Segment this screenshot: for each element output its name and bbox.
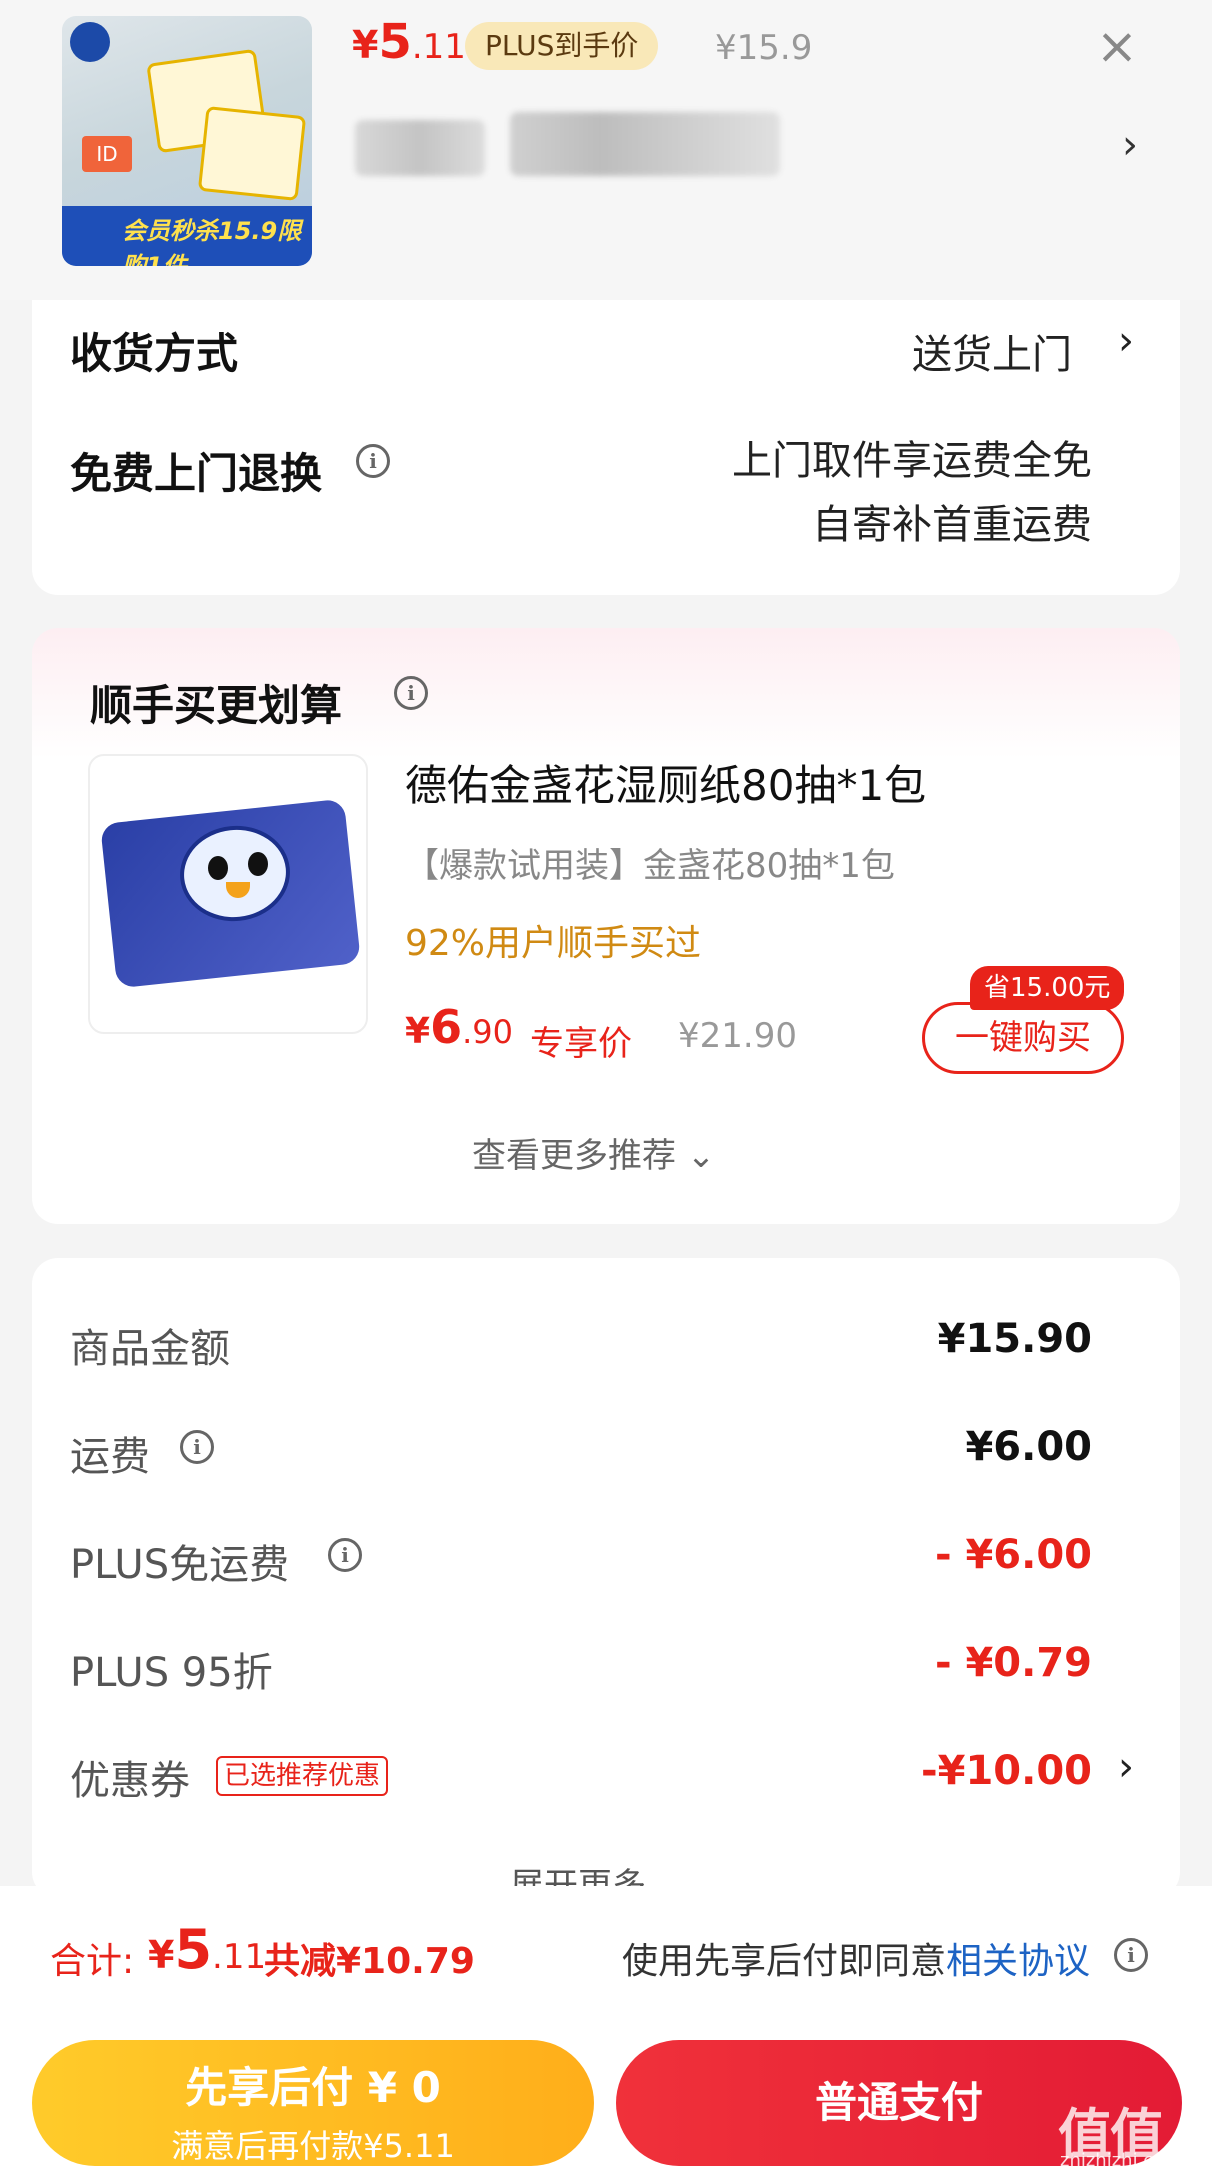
returns-value-line1: 上门取件享运费全免 bbox=[732, 438, 1092, 484]
coupon-selected-tag: 已选推荐优惠 bbox=[216, 1756, 389, 1796]
chevron-right-icon[interactable]: › bbox=[1122, 122, 1138, 168]
summary-label-shipping: 运费 bbox=[70, 1434, 150, 1480]
tissue-box-image bbox=[197, 106, 307, 201]
total-saved: 共减¥10.79 bbox=[264, 1941, 475, 1982]
info-icon[interactable]: i bbox=[356, 444, 390, 478]
delivery-label: 收货方式 bbox=[70, 329, 239, 378]
chevron-right-icon[interactable]: › bbox=[1118, 1744, 1134, 1790]
summary-label-plus-shipping: PLUS免运费 bbox=[70, 1542, 290, 1588]
summary-value-plus-discount: - ¥0.79 bbox=[934, 1640, 1092, 1686]
thumb-banner-text: 会员秒杀15.9限购1件 bbox=[122, 217, 302, 266]
agreement-prefix: 使用先享后付即同意 bbox=[622, 1941, 947, 1982]
close-icon[interactable]: × bbox=[1096, 16, 1138, 76]
upsell-exclusive-label: 专享价 bbox=[530, 1024, 632, 1064]
brand-logo-icon bbox=[70, 22, 110, 62]
product-thumbnail[interactable]: ID 会员秒杀15.9限购1件 bbox=[62, 16, 312, 266]
info-icon[interactable]: i bbox=[328, 1538, 362, 1572]
upsell-original-price: ¥21.90 bbox=[678, 1016, 797, 1056]
thumb-badge: ID bbox=[82, 136, 132, 172]
info-icon[interactable]: i bbox=[1114, 1938, 1148, 1972]
upsell-price: ¥6.90 bbox=[405, 1000, 513, 1054]
summary-value-goods: ¥15.90 bbox=[937, 1316, 1092, 1362]
upsell-social-proof: 92%用户顺手买过 bbox=[405, 923, 702, 964]
plus-price-tag: PLUS到手价 bbox=[465, 22, 659, 70]
blurred-address-text bbox=[355, 120, 485, 176]
returns-label: 免费上门退换 bbox=[70, 449, 323, 498]
delivery-value[interactable]: 送货上门 bbox=[912, 322, 1072, 380]
returns-value-line2: 自寄补首重运费 bbox=[812, 502, 1092, 548]
upsell-product-image[interactable] bbox=[88, 754, 368, 1034]
save-badge: 省15.00元 bbox=[970, 966, 1125, 1010]
penguin-eye bbox=[208, 856, 228, 880]
info-icon[interactable]: i bbox=[394, 676, 428, 710]
more-recommendations-link[interactable]: 查看更多推荐 ⌄ bbox=[472, 1128, 715, 1177]
agreement-text: 使用先享后付即同意相关协议 bbox=[622, 1932, 1090, 1984]
upsell-product-subtitle: 【爆款试用装】金盏花80抽*1包 bbox=[405, 846, 895, 886]
summary-label-goods: 商品金额 bbox=[70, 1326, 230, 1372]
one-click-buy-button[interactable]: 一键购买 bbox=[922, 1002, 1124, 1074]
pay-later-button[interactable]: 先享后付 ¥ 0 满意后再付款¥5.11 bbox=[32, 2040, 594, 2166]
info-icon[interactable]: i bbox=[180, 1430, 214, 1464]
agreement-link[interactable]: 相关协议 bbox=[946, 1941, 1090, 1982]
summary-value-plus-shipping: - ¥6.00 bbox=[934, 1532, 1092, 1578]
penguin-eye bbox=[248, 852, 268, 876]
watermark-url: zhizhizhi.com bbox=[1060, 2150, 1182, 2171]
total-price: ¥5.11 bbox=[148, 1918, 267, 1981]
blurred-address-text bbox=[510, 112, 780, 176]
chevron-right-icon[interactable]: › bbox=[1118, 318, 1134, 364]
header-original-price: ¥15.9 bbox=[715, 28, 813, 68]
total-label: 合计: bbox=[50, 1941, 135, 1982]
summary-label-plus-discount: PLUS 95折 bbox=[70, 1650, 273, 1696]
summary-value-shipping: ¥6.00 bbox=[965, 1424, 1092, 1470]
pay-later-line2: 满意后再付款¥5.11 bbox=[171, 2127, 455, 2165]
upsell-product-title[interactable]: 德佑金盏花湿厕纸80抽*1包 bbox=[405, 752, 926, 813]
pay-later-line1: 先享后付 ¥ 0 bbox=[185, 2063, 441, 2112]
summary-label-coupon: 优惠券 bbox=[70, 1758, 190, 1804]
header-price: ¥5.11 bbox=[352, 14, 466, 70]
summary-value-coupon[interactable]: -¥10.00 bbox=[800, 1748, 1092, 1794]
upsell-title: 顺手买更划算 bbox=[90, 681, 343, 730]
